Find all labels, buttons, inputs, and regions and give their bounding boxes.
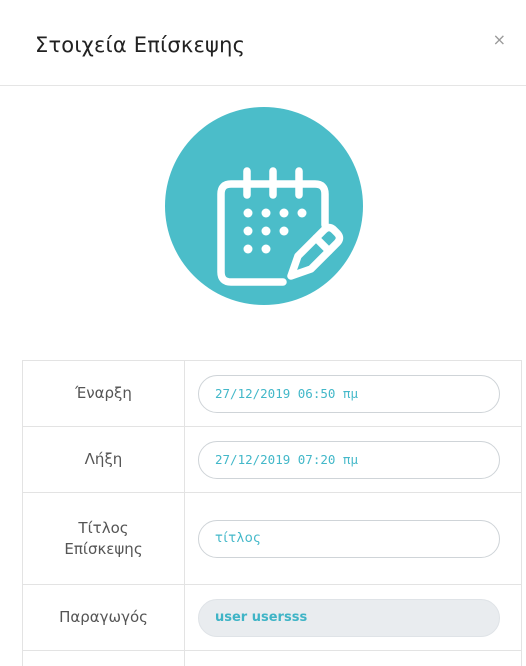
visit-title-input[interactable] [198, 519, 500, 558]
title-label: Τίτλος Επίσκεψης [22, 492, 185, 585]
producer-input [198, 598, 500, 637]
row-end: Λήξη [22, 426, 522, 493]
title-label-line2: Επίσκεψης [64, 539, 143, 558]
row-producer: Παραγωγός [22, 584, 522, 651]
title-label-line1: Τίτλος [78, 518, 129, 537]
end-label: Λήξη [22, 426, 185, 493]
start-label: Έναρξη [22, 360, 185, 427]
visit-details-table: Έναρξη Λήξη Τίτλος Επίσκεψης Παραγωγός [22, 360, 522, 666]
calendar-edit-icon-graphic [165, 107, 363, 305]
next-value-cell [184, 650, 522, 666]
start-cell [184, 360, 522, 427]
end-cell [184, 426, 522, 493]
row-start: Έναρξη [22, 360, 522, 427]
row-title: Τίτλος Επίσκεψης [22, 492, 522, 585]
producer-label: Παραγωγός [22, 584, 185, 651]
row-next [22, 650, 522, 666]
calendar-edit-icon [165, 107, 363, 305]
modal-header: Στοιχεία Επίσκεψης × [0, 0, 526, 86]
producer-cell [184, 584, 522, 651]
visit-details-modal: Στοιχεία Επίσκεψης × Έναρξη 27/12/2019 0… [0, 0, 526, 666]
start-datetime-input[interactable] [198, 374, 500, 413]
modal-title: Στοιχεία Επίσκεψης [35, 33, 246, 57]
close-button[interactable]: × [493, 30, 506, 50]
title-cell [184, 492, 522, 585]
next-label-cell [22, 650, 185, 666]
end-datetime-input[interactable] [198, 440, 500, 479]
